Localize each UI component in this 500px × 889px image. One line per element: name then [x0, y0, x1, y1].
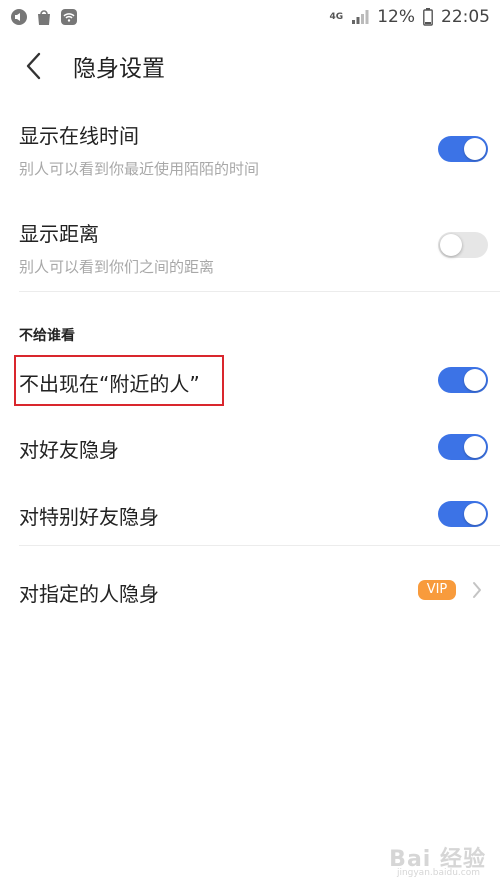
- online-time-title: 显示在线时间: [19, 124, 139, 148]
- toggle-knob: [464, 436, 486, 458]
- back-arrow-icon[interactable]: [20, 50, 48, 82]
- online-time-toggle[interactable]: [438, 136, 488, 162]
- setting-hide-special-friends: 对特别好友隐身: [0, 492, 500, 538]
- vip-badge: VIP: [418, 580, 456, 600]
- page-title: 隐身设置: [73, 56, 165, 82]
- battery-icon: [423, 8, 433, 26]
- baidu-watermark: Bai 经验 jingyan.baidu.com: [389, 841, 486, 878]
- distance-subtitle: 别人可以看到你们之间的距离: [19, 258, 215, 276]
- watermark-subtext: jingyan.baidu.com: [396, 868, 480, 878]
- hide-friends-title: 对好友隐身: [19, 438, 119, 462]
- setting-hide-friends: 对好友隐身: [0, 425, 500, 471]
- hide-special-friends-toggle[interactable]: [438, 501, 488, 527]
- section-divider: [19, 545, 500, 546]
- network-type: 4G: [329, 11, 344, 22]
- wifi-app-icon: [60, 8, 78, 26]
- setting-distance: 显示距离 别人可以看到你们之间的距离: [0, 208, 500, 288]
- battery-percent: 12%: [377, 7, 415, 27]
- distance-toggle[interactable]: [438, 232, 488, 258]
- section-divider: [19, 291, 500, 292]
- hide-nearby-toggle[interactable]: [438, 367, 488, 393]
- toggle-knob: [464, 138, 486, 160]
- toggle-knob: [440, 234, 462, 256]
- shopping-bag-icon: [36, 8, 52, 26]
- annotation-highlight-box: [14, 355, 224, 406]
- chevron-right-icon: [471, 581, 483, 599]
- status-bar: 4G 12% 22:05: [0, 0, 500, 34]
- hide-special-friends-title: 对特别好友隐身: [19, 505, 159, 529]
- hide-friends-toggle[interactable]: [438, 434, 488, 460]
- status-bar-right: 4G 12% 22:05: [330, 7, 490, 27]
- online-time-subtitle: 别人可以看到你最近使用陌陌的时间: [19, 160, 260, 178]
- toggle-knob: [464, 503, 486, 525]
- page-header: 隐身设置: [0, 34, 500, 98]
- status-bar-left: [10, 8, 78, 26]
- hide-from-section-label: 不给谁看: [19, 328, 75, 344]
- sound-notification-icon: [10, 8, 28, 26]
- signal-icon: [351, 9, 369, 25]
- distance-title: 显示距离: [19, 222, 99, 246]
- toggle-knob: [464, 369, 486, 391]
- hide-specific-title: 对指定的人隐身: [19, 582, 159, 606]
- clock-time: 22:05: [441, 7, 490, 27]
- setting-online-time: 显示在线时间 别人可以看到你最近使用陌陌的时间: [0, 110, 500, 190]
- setting-hide-specific-people[interactable]: 对指定的人隐身 VIP: [0, 564, 500, 618]
